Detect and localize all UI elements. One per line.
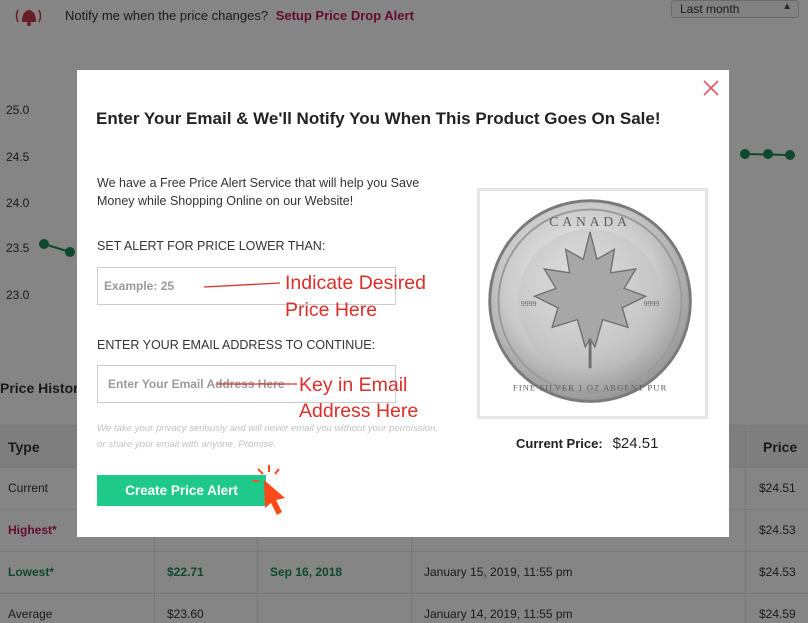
intro-text: We have a Free Price Alert Service that … — [97, 176, 420, 208]
create-price-alert-button[interactable]: Create Price Alert — [97, 475, 266, 506]
close-icon[interactable] — [701, 78, 721, 98]
svg-text:9999: 9999 — [521, 299, 537, 308]
privacy-note: We take your privacy seriously and will … — [97, 423, 439, 450]
current-price-value: $24.51 — [612, 435, 659, 452]
svg-text:FINE SILVER 1 OZ ARGENT PUR: FINE SILVER 1 OZ ARGENT PUR — [513, 383, 667, 393]
silver-maple-leaf-coin: CANADA 9999 9999 FINE SILVER 1 OZ ARGENT… — [488, 199, 692, 403]
svg-text:9999: 9999 — [644, 299, 660, 308]
current-price: Current Price: $24.51 — [516, 435, 658, 452]
product-image: CANADA 9999 9999 FINE SILVER 1 OZ ARGENT… — [477, 188, 708, 419]
annotation-price: Indicate Desired Price Here — [285, 272, 426, 321]
annotation-email: Key in Email Address Here — [299, 374, 419, 422]
price-label: SET ALERT FOR PRICE LOWER THAN: — [97, 239, 326, 253]
svg-text:CANADA: CANADA — [549, 214, 631, 229]
current-price-label: Current Price: — [516, 436, 603, 451]
email-label: ENTER YOUR EMAIL ADDRESS TO CONTINUE: — [97, 338, 376, 352]
modal-title: Enter Your Email & We'll Notify You When… — [96, 109, 661, 128]
price-alert-modal: Enter Your Email & We'll Notify You When… — [77, 70, 729, 537]
